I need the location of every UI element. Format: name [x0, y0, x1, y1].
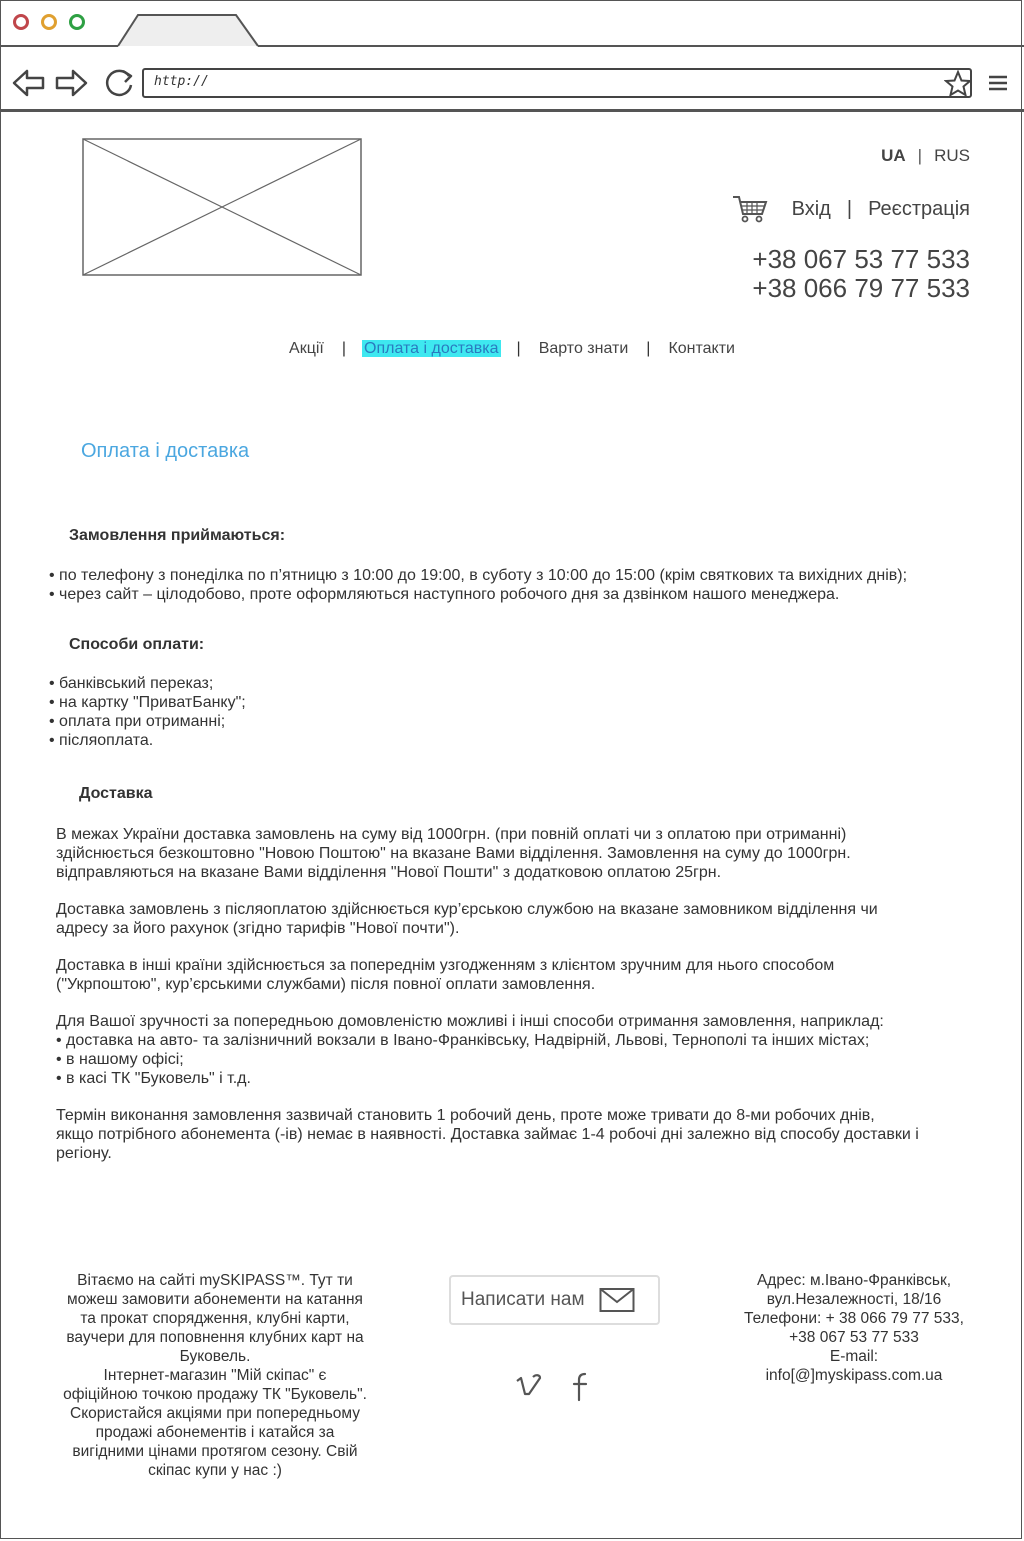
menu-hamburger-icon[interactable]	[987, 74, 1009, 92]
delivery-paragraph: Доставка замовлень з післяоплатою здійсн…	[56, 900, 996, 938]
delivery-paragraph: Термін виконання замовлення зазвичай ста…	[56, 1106, 996, 1163]
nav-item-good-to-know[interactable]: Варто знати	[537, 340, 631, 357]
browser-tab[interactable]	[0, 0, 1024, 48]
list-item: • банківський переказ;	[49, 675, 214, 692]
paragraph-line: здійснюється безкоштовно "Новою Поштою" …	[56, 845, 851, 862]
browser-titlebar	[0, 0, 1024, 48]
register-link[interactable]: Реєстрація	[868, 198, 970, 221]
envelope-icon	[599, 1288, 635, 1312]
nav-separator: |	[646, 340, 651, 357]
nav-separator: |	[341, 340, 347, 357]
orders-list: • по телефону з понеділка по п’ятницю з …	[49, 566, 907, 604]
list-item: • післяоплата.	[49, 732, 154, 749]
footer-about-line: продажі абонементів і катайся за	[95, 1424, 335, 1441]
lang-ua-link[interactable]: UA	[881, 146, 906, 165]
footer-contact-line: вул.Незалежності, 18/16	[766, 1291, 942, 1308]
delivery-paragraph: Для Вашої зручності за попередньою домов…	[56, 1012, 996, 1088]
list-item: • оплата при отриманні;	[49, 713, 226, 730]
delivery-paragraph: В межах України доставка замовлень на су…	[56, 825, 996, 882]
footer-about-line: вигідними цінами протягом сезону. Свій	[72, 1443, 358, 1460]
shopping-cart-icon[interactable]	[732, 194, 768, 224]
footer-contact-line: E-mail:	[829, 1348, 879, 1365]
list-item: • по телефону з понеділка по п’ятницю з …	[49, 567, 908, 584]
page-title: Оплата і доставка	[81, 440, 250, 462]
footer-email-link[interactable]: info[@]myskipass.com.ua	[724, 1366, 984, 1385]
phone-number[interactable]: +38 066 79 77 533	[752, 274, 970, 303]
paragraph-line: адресу за його рахунок (згідно тарифів "…	[56, 920, 460, 937]
footer-about: Вітаємо на сайті mySKIPASS™. Тут ти може…	[44, 1271, 386, 1480]
reload-icon[interactable]	[103, 67, 137, 99]
paragraph-line: регіону.	[56, 1145, 112, 1162]
phone-number[interactable]: +38 067 53 77 533	[752, 245, 970, 274]
footer-about-line: можеш замовити абонементи на катання	[67, 1291, 363, 1308]
list-item: • через сайт – цілодобово, проте оформля…	[49, 586, 840, 603]
nav-item-contacts[interactable]: Контакти	[666, 340, 737, 357]
nav-separator: |	[516, 340, 521, 357]
nav-item-promotions[interactable]: Акції	[287, 340, 326, 357]
address-bar[interactable]: http://	[142, 68, 972, 98]
toolbar-divider	[0, 109, 1024, 112]
footer-contacts: Адрес: м.Івано-Франківськ, вул.Незалежно…	[724, 1271, 984, 1385]
auth-links: Вхід | Реєстрація	[732, 194, 970, 224]
back-arrow-icon[interactable]	[12, 68, 46, 98]
payment-list: • банківський переказ; • на картку "Прив…	[49, 674, 246, 750]
login-link[interactable]: Вхід	[792, 198, 831, 221]
nav-item-payment-delivery[interactable]: Оплата і доставка	[362, 340, 501, 357]
delivery-heading: Доставка	[79, 785, 153, 802]
paragraph-line: В межах України доставка замовлень на су…	[56, 826, 847, 843]
footer-about-line: Буковель.	[179, 1348, 251, 1365]
auth-separator: |	[846, 197, 853, 220]
paragraph-line: якщо потрібного абонемента (-ів) немає в…	[56, 1126, 919, 1143]
footer-contact-line: Адрес: м.Івано-Франківськ,	[756, 1272, 952, 1289]
delivery-paragraph: Доставка в інші країни здійснюється за п…	[56, 956, 996, 994]
paragraph-line: Термін виконання замовлення зазвичай ста…	[56, 1107, 875, 1124]
paragraph-line: ("Укрпоштою", кур’єрськими службами) піс…	[56, 976, 596, 993]
footer-about-line: офіційною точкою продажу ТК "Буковель".	[63, 1386, 367, 1403]
language-switcher: UA | RUS	[881, 146, 970, 166]
bookmark-star-icon[interactable]	[944, 70, 972, 97]
footer-about-line: Інтернет-магазин "Мій скіпас" є	[103, 1367, 327, 1384]
vimeo-icon[interactable]	[514, 1372, 544, 1400]
paragraph-line: Доставка замовлень з післяоплатою здійсн…	[56, 901, 878, 918]
header-phones: +38 067 53 77 533 +38 066 79 77 533	[752, 245, 970, 303]
payment-heading: Способи оплати:	[69, 636, 205, 653]
forward-arrow-icon[interactable]	[54, 68, 88, 98]
address-bar-text[interactable]: http://	[154, 74, 209, 89]
footer-contact-line[interactable]: Телефони: + 38 066 79 77 533,	[724, 1309, 984, 1328]
paragraph-line: Доставка в інші країни здійснюється за п…	[56, 957, 835, 974]
paragraph-line: • в нашому офісі;	[56, 1051, 184, 1068]
footer-about-line: ваучери для поповнення клубних карт на	[66, 1329, 364, 1346]
footer-about-line: Вітаємо на сайті mySKIPASS™. Тут ти	[77, 1272, 353, 1289]
paragraph-line: • доставка на авто- та залізничний вокза…	[56, 1032, 870, 1049]
footer-about-line: та прокат спорядження, клубні карти,	[80, 1310, 350, 1327]
paragraph-line: Для Вашої зручності за попередньою домов…	[56, 1013, 884, 1030]
orders-heading: Замовлення приймаються:	[69, 527, 286, 544]
write-us-button[interactable]: Написати нам	[449, 1275, 660, 1325]
lang-separator: |	[917, 146, 923, 165]
main-nav: Акції | Оплата і доставка | Варто знати | Конт…	[0, 340, 1024, 358]
facebook-icon[interactable]	[570, 1372, 592, 1402]
logo-placeholder-image[interactable]	[82, 138, 362, 276]
footer-contact-line[interactable]: +38 067 53 77 533	[724, 1328, 984, 1347]
footer-about-line: Скористайся акціями при попередньому	[70, 1405, 360, 1422]
paragraph-line: • в касі ТК "Буковель" і т.д.	[56, 1070, 251, 1087]
paragraph-line: відправляються на вказане Вами відділенн…	[56, 864, 722, 881]
list-item: • на картку "ПриватБанку";	[49, 694, 246, 711]
write-us-label: Написати нам	[461, 1289, 585, 1310]
lang-rus-link[interactable]: RUS	[934, 146, 970, 165]
footer-about-line: скіпас купи у нас :)	[148, 1462, 282, 1479]
